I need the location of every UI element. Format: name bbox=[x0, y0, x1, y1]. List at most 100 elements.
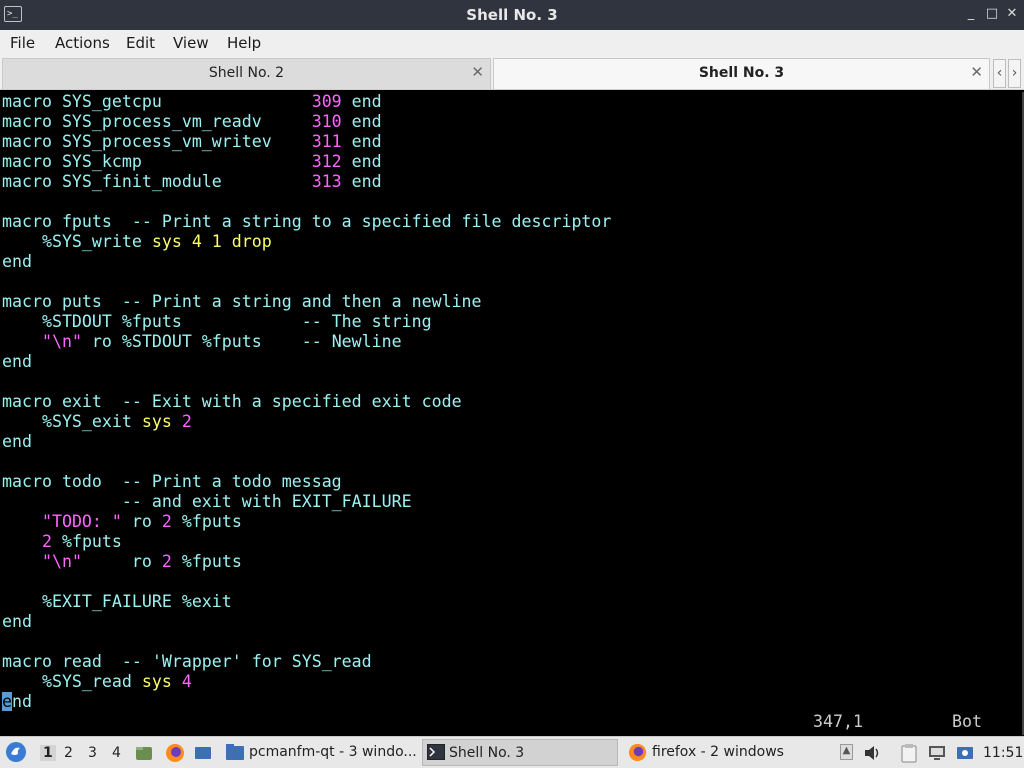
task-firefox[interactable]: firefox - 2 windows bbox=[624, 739, 820, 766]
desktop-2[interactable]: 2 bbox=[64, 745, 73, 761]
terminal-line: end bbox=[2, 252, 611, 272]
terminal-text: macro SYS_getcpu 309 end macro SYS_proces… bbox=[2, 92, 611, 712]
terminal-line: macro puts -- Print a string and then a … bbox=[2, 292, 611, 312]
menu-view[interactable]: View bbox=[173, 34, 209, 52]
terminal-line: macro fputs -- Print a string to a speci… bbox=[2, 212, 611, 232]
code-token: sys bbox=[141, 412, 182, 431]
code-token: macro exit -- Exit with a specified exit… bbox=[2, 392, 462, 411]
chevron-right-icon[interactable]: › bbox=[1008, 59, 1021, 88]
code-token: 4 bbox=[181, 672, 192, 691]
terminal-line: macro SYS_getcpu 309 end bbox=[2, 92, 611, 112]
code-token: "\n" bbox=[41, 552, 82, 571]
terminal-line: %SYS_exit sys 2 bbox=[2, 412, 611, 432]
task-shell[interactable]: Shell No. 3 bbox=[422, 739, 618, 766]
code-token: end bbox=[2, 432, 32, 451]
code-token: 2 bbox=[161, 512, 172, 531]
code-token: end bbox=[341, 92, 382, 111]
code-token: "TODO: " bbox=[41, 512, 122, 531]
code-token: %STDOUT %fputs -- The string bbox=[2, 312, 432, 331]
scroll-indicator: Bot bbox=[952, 712, 982, 731]
code-token: sys 4 1 drop bbox=[151, 232, 272, 251]
close-icon[interactable]: ✕ bbox=[471, 63, 484, 81]
maximize-icon[interactable]: □ bbox=[983, 5, 1001, 23]
firefox-launcher-icon[interactable] bbox=[164, 742, 186, 764]
code-token: end bbox=[341, 112, 382, 131]
terminal-line: -- and exit with EXIT_FAILURE bbox=[2, 492, 611, 512]
terminal-line: end bbox=[2, 692, 611, 712]
code-token: end bbox=[2, 352, 32, 371]
network-icon[interactable] bbox=[927, 743, 947, 763]
terminal-line: %STDOUT %fputs -- The string bbox=[2, 312, 611, 332]
task-label: Shell No. 3 bbox=[449, 745, 525, 761]
terminal-line: %SYS_read sys 4 bbox=[2, 672, 611, 692]
code-token: end bbox=[341, 132, 382, 151]
code-token: %fputs bbox=[171, 552, 242, 571]
start-menu-icon[interactable] bbox=[5, 741, 27, 763]
terminal-line: %SYS_write sys 4 1 drop bbox=[2, 232, 611, 252]
code-token: macro todo -- Print a todo messag bbox=[2, 472, 342, 491]
code-token: end bbox=[341, 152, 382, 171]
code-token: %SYS_exit bbox=[2, 412, 142, 431]
code-token: end bbox=[2, 252, 32, 271]
terminal-line: macro todo -- Print a todo messag bbox=[2, 472, 611, 492]
close-icon[interactable]: ✕ bbox=[970, 63, 983, 81]
code-token: ro bbox=[81, 552, 162, 571]
tab-label: Shell No. 3 bbox=[698, 65, 785, 81]
terminal-line: macro exit -- Exit with a specified exit… bbox=[2, 392, 611, 412]
clock[interactable]: 11:51 bbox=[983, 745, 1023, 761]
code-token: macro SYS_process_vm_writev bbox=[2, 132, 312, 151]
code-token: %fputs bbox=[51, 532, 122, 551]
taskbar: 1 2 3 4 pcmanfm-qt - 3 windo... Shell No… bbox=[0, 736, 1024, 768]
task-label: pcmanfm-qt - 3 windo... bbox=[249, 744, 417, 760]
chevron-left-icon[interactable]: ‹ bbox=[993, 59, 1006, 88]
code-token: macro puts -- Print a string and then a … bbox=[2, 292, 482, 311]
close-icon[interactable]: ✕ bbox=[1003, 5, 1021, 23]
terminal-view[interactable]: macro SYS_getcpu 309 end macro SYS_proces… bbox=[0, 92, 1022, 735]
code-token: end bbox=[2, 612, 32, 631]
menu-file[interactable]: File bbox=[10, 34, 35, 52]
task-pcmanfm[interactable]: pcmanfm-qt - 3 windo... bbox=[222, 739, 418, 766]
show-desktop-icon[interactable] bbox=[193, 743, 213, 763]
menu-help[interactable]: Help bbox=[227, 34, 261, 52]
terminal-line: %EXIT_FAILURE %exit bbox=[2, 592, 611, 612]
code-token: 312 bbox=[311, 152, 342, 171]
window-title: Shell No. 3 bbox=[466, 6, 558, 24]
desktop-1[interactable]: 1 bbox=[40, 745, 56, 761]
file-manager-launcher-icon[interactable] bbox=[134, 743, 154, 763]
minimize-icon[interactable]: _ bbox=[962, 5, 980, 23]
tab-shell-2[interactable]: Shell No. 2 ✕ bbox=[2, 58, 491, 89]
volume-icon[interactable] bbox=[862, 743, 882, 763]
tab-bar: Shell No. 2 ✕ Shell No. 3 ✕ ‹ › bbox=[0, 57, 1024, 90]
tab-label: Shell No. 2 bbox=[208, 65, 285, 81]
window-titlebar[interactable]: >_ Shell No. 3 _ □ ✕ bbox=[0, 0, 1024, 30]
menu-bar: File Actions Edit View Help bbox=[0, 30, 1024, 57]
code-token: -- and exit with EXIT_FAILURE bbox=[2, 492, 412, 511]
code-token: sys bbox=[141, 672, 182, 691]
code-token: 2 bbox=[161, 552, 172, 571]
code-token: 313 bbox=[311, 172, 342, 191]
code-token: macro SYS_finit_module bbox=[2, 172, 312, 191]
clipboard-icon[interactable] bbox=[900, 743, 918, 763]
code-token: %EXIT_FAILURE %exit bbox=[2, 592, 232, 611]
desktop-3[interactable]: 3 bbox=[88, 745, 97, 761]
tab-shell-3[interactable]: Shell No. 3 ✕ bbox=[493, 58, 990, 89]
desktop-4[interactable]: 4 bbox=[112, 745, 121, 761]
code-token: macro SYS_kcmp bbox=[2, 152, 312, 171]
settings-icon[interactable] bbox=[955, 743, 975, 763]
code-token: 309 bbox=[311, 92, 342, 111]
code-token: ro bbox=[121, 512, 162, 531]
terminal-line: "TODO: " ro 2 %fputs bbox=[2, 512, 611, 532]
terminal-line: end bbox=[2, 612, 611, 632]
menu-edit[interactable]: Edit bbox=[126, 34, 155, 52]
code-token: %fputs bbox=[171, 512, 242, 531]
code-token: 310 bbox=[311, 112, 342, 131]
tray-expand-icon[interactable]: ▲ bbox=[840, 744, 853, 760]
code-token: end bbox=[341, 172, 382, 191]
menu-actions[interactable]: Actions bbox=[55, 34, 110, 52]
